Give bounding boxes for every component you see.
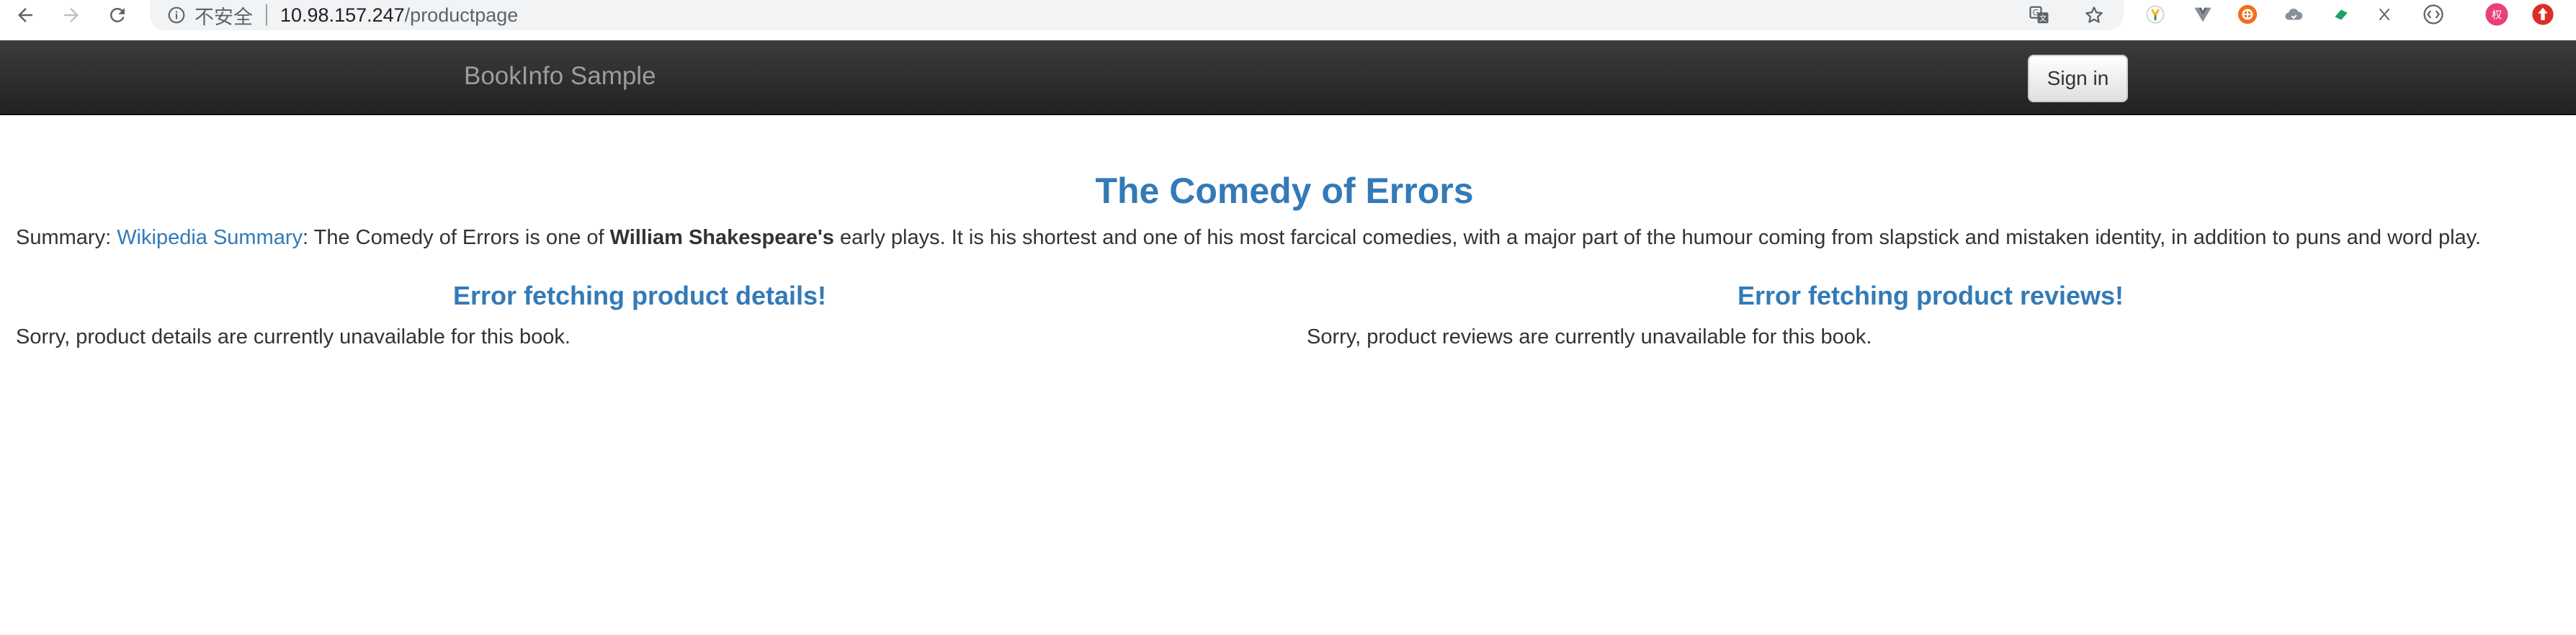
summary-prefix: Summary: (16, 226, 117, 249)
info-icon[interactable] (166, 4, 187, 26)
update-icon[interactable] (2530, 1, 2556, 27)
url-host: 10.98.157.247 (280, 4, 405, 26)
book-title: The Comedy of Errors (1095, 171, 1474, 211)
profile-avatar[interactable]: 权 (2484, 1, 2510, 27)
url-path: /productpage (404, 4, 519, 26)
vue-devtools-icon[interactable] (2190, 1, 2216, 27)
back-icon[interactable] (12, 1, 39, 29)
brand-link[interactable]: BookInfo Sample (464, 62, 656, 91)
browser-toolbar: 不安全 10.98.157.247/productpage G文 权 (0, 0, 2576, 40)
reviews-error-message: Sorry, product reviews are currently una… (1307, 325, 1872, 348)
details-error-message: Sorry, product details are currently una… (16, 325, 571, 348)
forward-icon[interactable] (58, 1, 85, 29)
summary-text-rest: early plays. It is his shortest and one … (833, 226, 2482, 249)
svg-text:权: 权 (2492, 10, 2502, 22)
omnibox-divider (266, 4, 267, 26)
wikipedia-summary-link[interactable]: Wikipedia Summary (117, 226, 303, 249)
svg-text:文: 文 (2039, 14, 2047, 23)
details-error-heading: Error fetching product details! (452, 281, 827, 310)
summary-text: : The Comedy of Errors is one of (303, 226, 610, 249)
product-details-panel: Error fetching product details! Sorry, p… (0, 281, 1279, 348)
code-ext-icon[interactable] (2420, 1, 2446, 27)
bookmark-star-icon[interactable] (2082, 3, 2106, 27)
yandex-ext-icon[interactable] (2142, 1, 2168, 27)
reviews-error-heading: Error fetching product reviews! (1737, 281, 2124, 310)
book-summary: Summary: Wikipedia Summary: The Comedy o… (16, 226, 2559, 250)
cloud-ext-icon[interactable] (2281, 1, 2307, 27)
address-bar[interactable]: 不安全 10.98.157.247/productpage G文 (150, 0, 2124, 30)
green-flag-ext-icon[interactable] (2328, 1, 2354, 27)
reload-icon[interactable] (104, 1, 131, 29)
x-ext-icon[interactable] (2371, 1, 2397, 27)
orange-ext-icon[interactable] (2235, 1, 2260, 27)
sign-in-button[interactable]: Sign in (2028, 55, 2128, 102)
product-reviews-panel: Error fetching product reviews! Sorry, p… (1291, 281, 2570, 348)
navbar: BookInfo Sample Sign in (0, 40, 2576, 115)
translate-icon[interactable]: G文 (2027, 3, 2052, 27)
security-label[interactable]: 不安全 (194, 1, 253, 30)
author-name: William Shakespeare's (609, 226, 834, 249)
